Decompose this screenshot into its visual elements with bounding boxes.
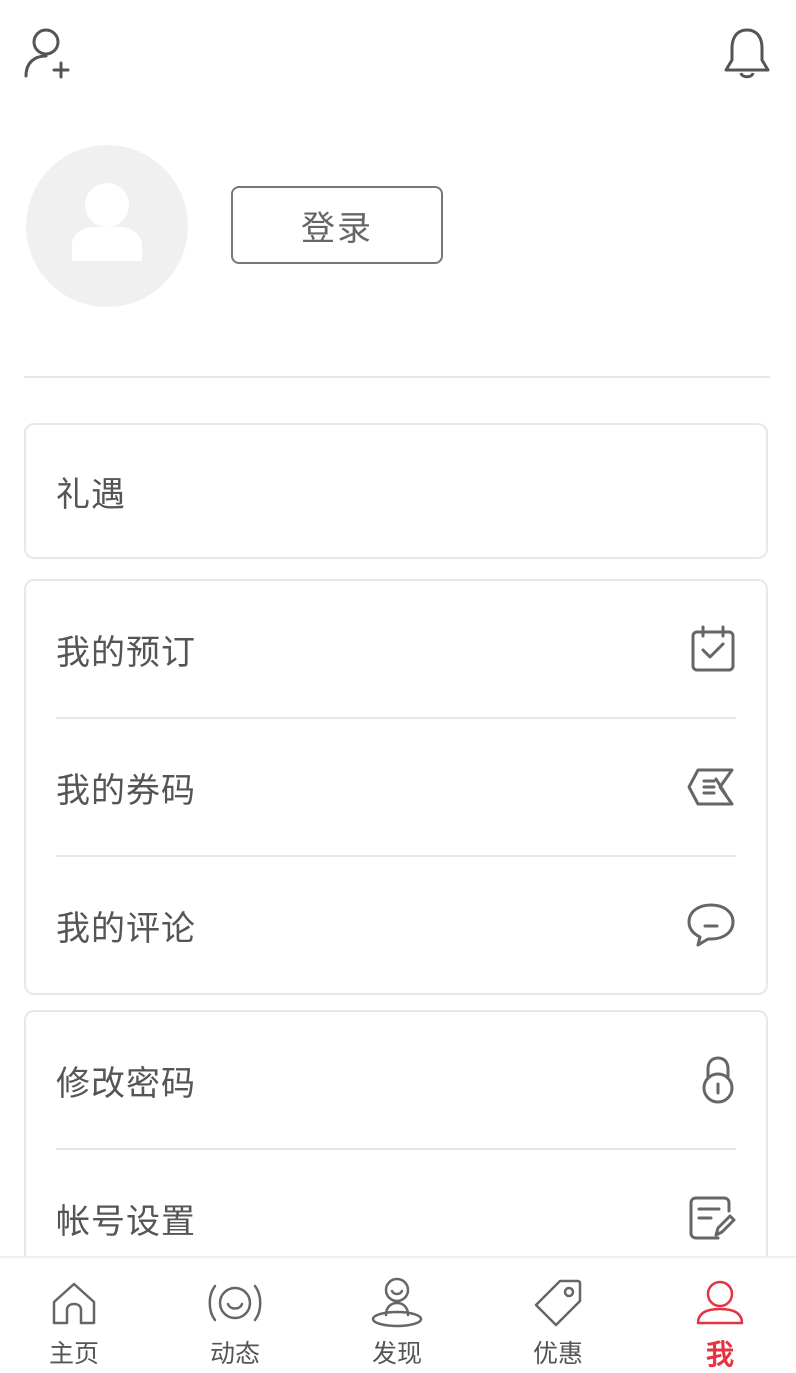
tab-deals[interactable]: 优惠: [493, 1258, 623, 1373]
discover-icon: [370, 1276, 424, 1330]
menu-item-label: 我的券码: [56, 770, 196, 811]
menu-item-change-password[interactable]: 修改密码: [26, 1012, 766, 1148]
person-icon: [695, 1276, 745, 1329]
tab-label: 动态: [209, 1339, 260, 1368]
tag-icon: [533, 1276, 583, 1330]
tab-label: 发现: [371, 1339, 422, 1368]
home-icon: [51, 1276, 97, 1330]
login-button[interactable]: 登录: [231, 186, 443, 264]
tab-feed[interactable]: 动态: [170, 1258, 300, 1373]
comment-icon: [686, 902, 736, 948]
menu-item-label: 我的评论: [56, 908, 196, 949]
feed-icon: [207, 1276, 263, 1330]
tab-label: 我: [705, 1338, 734, 1371]
menu-item-coupons[interactable]: 我的券码: [26, 719, 766, 855]
menu-item-label: 修改密码: [56, 1063, 196, 1104]
avatar[interactable]: [26, 145, 188, 307]
card-mine: 我的预订 我的券码 我的评论: [24, 579, 768, 995]
edit-icon: [688, 1195, 736, 1241]
menu-item-label: 我的预订: [56, 632, 196, 673]
card-settings: 修改密码 帐号设置: [24, 1010, 768, 1272]
bell-icon[interactable]: [722, 26, 772, 80]
menu-item-label: 礼遇: [56, 474, 126, 515]
tab-label: 主页: [48, 1339, 99, 1368]
menu-item-comments[interactable]: 我的评论: [26, 857, 766, 993]
calendar-check-icon: [690, 625, 736, 673]
bottom-tab-bar: 主页 动态 发现 优惠 我: [0, 1256, 796, 1371]
avatar-placeholder-icon: [72, 183, 142, 261]
tab-me[interactable]: 我: [655, 1258, 785, 1373]
top-bar: [0, 0, 796, 110]
add-user-icon[interactable]: [22, 26, 72, 80]
menu-item-bookings[interactable]: 我的预订: [26, 581, 766, 717]
menu-item-gift[interactable]: 礼遇: [26, 425, 766, 557]
tab-label: 优惠: [532, 1339, 583, 1368]
card-gift: 礼遇: [24, 423, 768, 559]
lock-icon: [700, 1055, 736, 1105]
coupon-icon: [686, 767, 736, 807]
menu-item-label: 帐号设置: [56, 1201, 196, 1242]
section-divider: [24, 376, 770, 378]
tab-discover[interactable]: 发现: [332, 1258, 462, 1373]
tab-home[interactable]: 主页: [9, 1258, 139, 1373]
